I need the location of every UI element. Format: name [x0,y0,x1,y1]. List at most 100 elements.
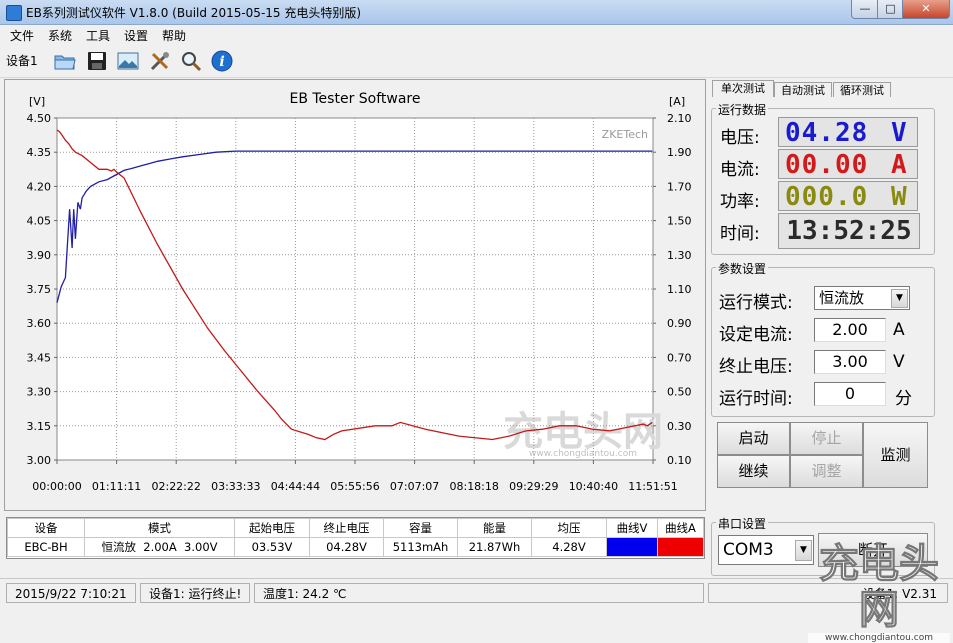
cutoff-voltage-unit: V [893,352,905,372]
y-right-unit: [A] [669,95,685,108]
toolbar: 设备1 i [0,45,953,78]
title-bar: EB系列测试仪软件 V1.8.0 (Build 2015-05-15 充电头特别… [0,0,953,25]
cell-energy: 21.87Wh [457,537,532,557]
com-port-value: COM3 [723,540,774,560]
adjust-button[interactable]: 调整 [790,455,863,488]
chart-panel: 充电头网 www.chongdiantou.com EB Tester Soft… [4,79,706,511]
menu-settings[interactable]: 设置 [124,27,148,44]
header-start-voltage: 起始电压 [234,518,310,538]
status-temperature: 温度1: 24.2 ℃ [254,583,704,603]
cell-curve-v-color[interactable] [606,537,658,557]
table-row[interactable]: EBC-BH 恒流放 2.00A 3.00V 03.53V 04.28V 511… [7,537,704,557]
voltage-label: 电压: [720,128,760,148]
disconnect-button[interactable]: 断开 [818,533,928,567]
run-time-unit: 分 [895,389,912,409]
tab-single-test[interactable]: 单次测试 [712,80,774,97]
mode-select[interactable]: 恒流放 ▼ [814,286,910,310]
x-tick-label: 10:40:40 [569,480,618,493]
table-header-row: 设备 模式 起始电压 终止电压 容量 能量 均压 曲线V 曲线A [7,518,704,538]
stop-button[interactable]: 停止 [790,422,863,455]
tools-icon[interactable] [147,48,173,74]
x-tick-label: 08:18:18 [449,480,498,493]
set-current-input[interactable]: 2.00 [814,318,886,342]
cell-curve-a-color[interactable] [657,537,704,557]
cell-start-voltage: 03.53V [234,537,310,557]
y-left-unit: [V] [29,95,45,108]
summary-table: 设备 模式 起始电压 终止电压 容量 能量 均压 曲线V 曲线A EBC-BH … [6,517,705,559]
x-tick-label: 02:22:22 [151,480,200,493]
current-label: 电流: [720,160,760,180]
y-right-tick-label: 0.30 [667,420,692,433]
y-right-tick-label: 1.90 [667,146,692,159]
device-tab[interactable]: 设备1 [6,52,38,69]
watermark-logo-url: www.chongdiantou.com [808,633,950,643]
header-curve-v: 曲线V [606,518,658,538]
cell-end-voltage: 04.28V [309,537,384,557]
current-display: 00.00 A [778,149,918,180]
close-button[interactable]: ✕ [902,0,950,19]
set-current-unit: A [893,320,905,340]
y-right-tick-label: 1.10 [667,283,692,296]
menu-system[interactable]: 系统 [48,27,72,44]
header-curve-a: 曲线A [657,518,704,538]
y-left-tick-label: 4.05 [27,215,52,228]
maximize-button[interactable]: □ [877,0,904,19]
y-left-tick-label: 3.75 [27,283,52,296]
y-left-tick-label: 3.15 [27,420,52,433]
chevron-down-icon[interactable]: ▼ [891,289,908,308]
minimize-button[interactable]: — [851,0,879,19]
continue-button[interactable]: 继续 [717,455,790,488]
cutoff-voltage-input[interactable]: 3.00 [814,350,886,374]
chart-title: EB Tester Software [289,91,420,107]
menu-tools[interactable]: 工具 [86,27,110,44]
cell-avg-voltage: 4.28V [531,537,607,557]
current-unit: A [890,150,908,180]
header-end-voltage: 终止电压 [309,518,384,538]
cell-capacity: 5113mAh [383,537,458,557]
menu-bar: 文件 系统 工具 设置 帮助 [0,25,953,45]
set-current-label: 设定电流: [719,325,793,345]
magnifier-icon[interactable] [178,48,204,74]
svg-text:i: i [219,54,224,70]
menu-help[interactable]: 帮助 [162,27,186,44]
y-right-tick-label: 1.30 [667,249,692,262]
menu-file[interactable]: 文件 [10,27,34,44]
y-right-tick-label: 2.10 [667,112,692,125]
eb-chart: 充电头网 www.chongdiantou.com EB Tester Soft… [27,91,692,493]
x-tick-label: 07:07:07 [390,480,439,493]
x-ticks: 00:00:00 01:11:11 02:22:22 03:33:33 04:44:44… [32,460,678,493]
y-left-tick-label: 4.50 [27,112,52,125]
start-button[interactable]: 启动 [717,422,790,455]
y-left-ticks: 4.50 4.35 4.20 4.05 3.90 3.75 3.60 3.45 3.30 3.15… [27,112,57,467]
picture-icon[interactable] [115,48,141,74]
chevron-down-icon[interactable]: ▼ [795,540,812,561]
run-data-title: 运行数据 [716,101,769,118]
power-unit: W [890,182,908,212]
com-port-select[interactable]: COM3 ▼ [718,535,814,565]
x-tick-label: 03:33:33 [211,480,260,493]
tab-auto-test[interactable]: 自动测试 [774,82,832,97]
run-time-input[interactable]: 0 [814,382,886,406]
x-tick-label: 09:29:29 [509,480,558,493]
x-tick-label: 04:44:44 [271,480,320,493]
y-right-tick-label: 0.50 [667,386,692,399]
x-tick-label: 05:55:56 [330,480,379,493]
background-watermark: 充电头网 www.chongdiantou.com [503,409,663,459]
time-display: 13:52:25 [778,213,920,249]
background-watermark-url: www.chongdiantou.com [529,449,637,459]
cell-device: EBC-BH [7,537,85,557]
run-time-label: 运行时间: [719,389,793,409]
monitor-button[interactable]: 监测 [863,422,928,488]
y-left-tick-label: 4.35 [27,146,52,159]
voltage-display: 04.28 V [778,117,918,148]
status-bar: 2015/9/22 7:10:21 设备1: 运行终止! 温度1: 24.2 ℃… [0,578,953,609]
voltage-unit: V [890,118,908,148]
y-left-tick-label: 3.30 [27,386,52,399]
tab-loop-test[interactable]: 循环测试 [833,82,891,97]
save-icon[interactable] [84,48,110,74]
status-datetime: 2015/9/22 7:10:21 [6,583,136,603]
info-icon[interactable]: i [209,48,235,74]
x-tick-label: 01:11:11 [92,480,141,493]
y-right-tick-label: 1.50 [667,215,692,228]
open-folder-icon[interactable] [52,48,78,74]
